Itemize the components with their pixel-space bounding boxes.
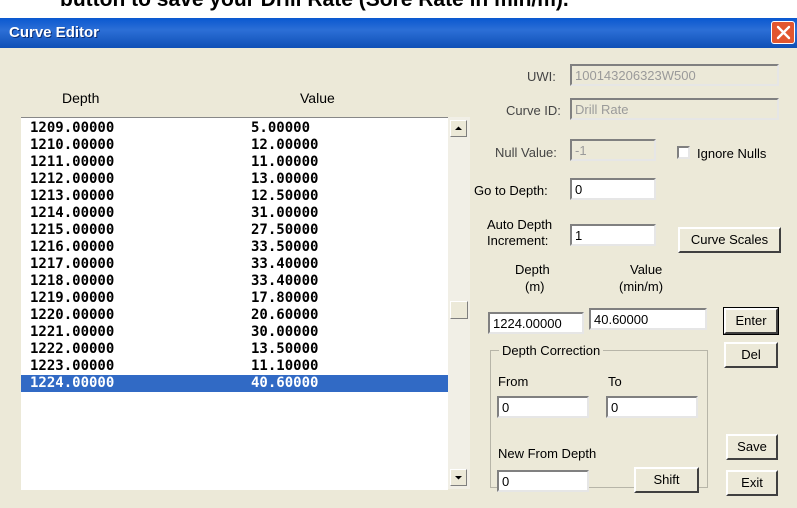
table-row[interactable]: 1219.00000 17.80000 [21, 290, 448, 307]
close-button[interactable] [771, 21, 795, 44]
row-depth: 1210.00000 [30, 137, 115, 153]
from-input[interactable]: 0 [497, 396, 589, 418]
null-value-label: Null Value: [495, 145, 557, 160]
table-row[interactable]: 1223.00000 11.10000 [21, 358, 448, 375]
row-depth: 1223.00000 [30, 358, 115, 374]
arrow-up-icon [455, 126, 462, 130]
row-depth: 1211.00000 [30, 154, 115, 170]
row-value: 11.10000 [251, 358, 319, 374]
table-row[interactable]: 1211.00000 11.00000 [21, 154, 448, 171]
delete-button[interactable]: Del [724, 342, 778, 368]
row-value: 12.50000 [251, 188, 319, 204]
row-value: 20.60000 [251, 307, 319, 323]
row-depth: 1212.00000 [30, 171, 115, 187]
row-depth: 1214.00000 [30, 205, 115, 221]
table-row[interactable]: 1216.00000 33.50000 [21, 239, 448, 256]
table-row[interactable]: 1212.00000 13.00000 [21, 171, 448, 188]
ignore-nulls-checkbox[interactable] [677, 146, 690, 159]
depth-header-label: Depth [515, 262, 550, 277]
depth-unit-label: (m) [525, 279, 545, 294]
row-value: 13.00000 [251, 171, 319, 187]
row-value: 40.60000 [251, 375, 319, 391]
row-depth: 1224.00000 [30, 375, 115, 391]
new-from-depth-input[interactable]: 0 [497, 470, 589, 492]
table-row[interactable]: 1209.00000 5.00000 [21, 120, 448, 137]
go-to-depth-input[interactable]: 0 [570, 178, 656, 200]
uwi-field[interactable]: 100143206323W500 [570, 64, 779, 86]
auto-depth-label-line1: Auto Depth [487, 217, 553, 232]
scroll-down-button[interactable] [450, 469, 467, 486]
row-depth: 1218.00000 [30, 273, 115, 289]
row-value: 11.00000 [251, 154, 319, 170]
table-row[interactable]: 1217.00000 33.40000 [21, 256, 448, 273]
row-value: 33.50000 [251, 239, 319, 255]
row-value: 31.00000 [251, 205, 319, 221]
arrow-down-icon [455, 476, 462, 480]
value-input[interactable]: 40.60000 [589, 308, 707, 330]
auto-depth-increment-input[interactable]: 1 [570, 224, 656, 246]
column-header-value: Value [300, 90, 335, 106]
null-value-field[interactable]: -1 [570, 139, 656, 161]
ignore-nulls-label: Ignore Nulls [697, 146, 767, 161]
curve-scales-button[interactable]: Curve Scales [678, 227, 781, 253]
uwi-label: UWI: [527, 69, 556, 84]
enter-button[interactable]: Enter [723, 307, 779, 335]
row-value: 30.00000 [251, 324, 319, 340]
table-row[interactable]: 1221.00000 30.00000 [21, 324, 448, 341]
row-value: 5.00000 [251, 120, 311, 136]
depth-correction-title: Depth Correction [499, 343, 604, 358]
from-label: From [498, 374, 529, 389]
row-depth: 1222.00000 [30, 341, 115, 357]
table-row[interactable]: 1210.00000 12.00000 [21, 137, 448, 154]
to-label: To [608, 374, 622, 389]
row-value: 13.50000 [251, 341, 319, 357]
row-value: 33.40000 [251, 256, 319, 272]
go-to-depth-label: Go to Depth: [474, 183, 548, 198]
scroll-up-button[interactable] [450, 120, 467, 137]
table-row[interactable]: 1213.00000 12.50000 [21, 188, 448, 205]
new-from-depth-label: New From Depth [498, 446, 597, 461]
save-button[interactable]: Save [726, 434, 778, 460]
row-depth: 1216.00000 [30, 239, 115, 255]
curve-data-list[interactable]: 1209.00000 5.00000 1210.00000 12.00000 1211.… [21, 117, 448, 490]
row-depth: 1215.00000 [30, 222, 115, 238]
table-row[interactable]: 1220.00000 20.60000 [21, 307, 448, 324]
shift-button[interactable]: Shift [634, 467, 699, 493]
selected-table-row[interactable]: 1224.00000 40.60000 [21, 375, 448, 392]
table-row[interactable]: 1215.00000 27.50000 [21, 222, 448, 239]
title-bar: Curve Editor [0, 18, 797, 48]
value-header-label: Value [630, 262, 663, 277]
table-row[interactable]: 1214.00000 31.00000 [21, 205, 448, 222]
row-depth: 1221.00000 [30, 324, 115, 340]
exit-button[interactable]: Exit [726, 470, 778, 496]
list-scrollbar[interactable] [448, 117, 470, 489]
row-depth: 1217.00000 [30, 256, 115, 272]
curve-id-field[interactable]: Drill Rate [570, 98, 779, 120]
table-row[interactable]: 1218.00000 33.40000 [21, 273, 448, 290]
row-value: 17.80000 [251, 290, 319, 306]
window-title: Curve Editor [9, 24, 100, 41]
table-row[interactable]: 1222.00000 13.50000 [21, 341, 448, 358]
auto-depth-label-line2: Increment: [487, 233, 549, 248]
column-header-depth: Depth [62, 90, 100, 106]
curve-id-label: Curve ID: [506, 103, 561, 118]
document-caption-text: button to save your Drill Rate (Sore Rat… [60, 0, 760, 18]
close-icon [776, 25, 791, 40]
row-depth: 1209.00000 [30, 120, 115, 136]
to-input[interactable]: 0 [606, 396, 698, 418]
row-depth: 1220.00000 [30, 307, 115, 323]
value-unit-label: (min/m) [619, 279, 664, 294]
row-value: 12.00000 [251, 137, 319, 153]
row-depth: 1219.00000 [30, 290, 115, 306]
depth-input[interactable]: 1224.00000 [488, 312, 584, 334]
row-value: 33.40000 [251, 273, 319, 289]
row-value: 27.50000 [251, 222, 319, 238]
row-depth: 1213.00000 [30, 188, 115, 204]
scroll-thumb[interactable] [450, 301, 468, 319]
